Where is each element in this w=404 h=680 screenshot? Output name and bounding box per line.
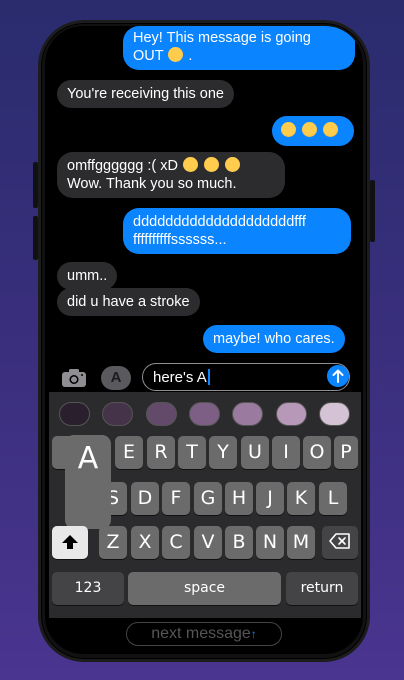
key-j[interactable]: J <box>256 482 284 515</box>
message-bubble: umm.. <box>57 262 118 290</box>
key-n[interactable]: N <box>256 526 284 559</box>
key-f[interactable]: F <box>162 482 190 515</box>
shift-arrow-icon <box>62 535 78 549</box>
crying-emoji-icon <box>302 122 318 137</box>
space-key[interactable]: space <box>128 572 281 605</box>
key-r[interactable]: R <box>147 436 175 469</box>
message-bubble: omffgggggg :( xD Wow. Thank you so much. <box>57 152 285 198</box>
key-e[interactable]: E <box>115 436 143 469</box>
message-text-suffix: . <box>188 48 193 64</box>
message-text-line1: omffgggggg :( xD <box>67 158 178 174</box>
message-text: maybe! who cares. <box>213 331 335 347</box>
keyboard: E R T Y U I O P S D F G H J K L A Z X C … <box>49 392 361 618</box>
message-text-line2: ffffffffffssssss... <box>133 232 227 248</box>
key-d[interactable]: D <box>131 482 159 515</box>
numbers-key[interactable]: 123 <box>52 572 124 605</box>
crying-emoji-icon <box>281 122 296 137</box>
key-g[interactable]: G <box>194 482 222 515</box>
color-swatch[interactable] <box>232 402 263 426</box>
color-swatch[interactable] <box>319 402 350 426</box>
key-preview-popup: A <box>65 435 111 529</box>
message-text: You're receiving this one <box>67 86 225 102</box>
arrow-up-icon: ↑ <box>250 627 257 641</box>
send-button[interactable] <box>327 365 349 387</box>
shift-key[interactable] <box>52 526 88 559</box>
key-i[interactable]: I <box>272 436 300 469</box>
grinning-emoji-icon <box>168 47 184 62</box>
next-message-button[interactable]: next message↑ <box>126 622 282 646</box>
power-button <box>370 180 375 242</box>
key-x[interactable]: X <box>131 526 159 559</box>
message-bubble: maybe! who cares. <box>203 325 345 353</box>
key-l[interactable]: L <box>319 482 347 515</box>
key-preview-letter: A <box>77 441 99 476</box>
color-swatch[interactable] <box>146 402 177 426</box>
backspace-icon <box>329 533 350 549</box>
relieved-emoji-icon <box>204 157 220 172</box>
key-t[interactable]: T <box>178 436 206 469</box>
color-swatch[interactable] <box>276 402 307 426</box>
message-bubble: You're receiving this one <box>57 80 235 108</box>
message-bubble: Hey! This message is going OUT . <box>123 26 355 70</box>
key-v[interactable]: V <box>194 526 222 559</box>
message-text-line2: Wow. Thank you so much. <box>67 176 237 192</box>
key-u[interactable]: U <box>241 436 269 469</box>
color-swatch[interactable] <box>189 402 220 426</box>
message-input[interactable]: here's A <box>142 363 350 391</box>
color-swatch[interactable] <box>59 402 90 426</box>
key-c[interactable]: C <box>162 526 190 559</box>
key-k[interactable]: K <box>287 482 315 515</box>
next-message-label: next message <box>151 625 251 642</box>
message-text: umm.. <box>67 268 108 284</box>
message-bubble <box>272 116 354 146</box>
message-text: did u have a stroke <box>67 294 190 310</box>
color-swatch[interactable] <box>102 402 133 426</box>
message-bubble: ddddddddddddddddddddfff ffffffffffssssss… <box>123 208 351 254</box>
text-caret <box>207 369 210 385</box>
relieved-emoji-icon <box>225 157 241 172</box>
phone-screen: Hey! This message is going OUT . You're … <box>45 26 363 654</box>
key-b[interactable]: B <box>225 526 253 559</box>
sleepy-emoji-icon <box>183 157 198 172</box>
crying-emoji-icon <box>323 122 339 137</box>
key-z[interactable]: Z <box>99 526 127 559</box>
app-store-icon[interactable]: A <box>101 366 131 390</box>
key-o[interactable]: O <box>303 436 331 469</box>
backspace-key[interactable] <box>322 526 358 559</box>
key-m[interactable]: M <box>287 526 315 559</box>
message-text-line1: ddddddddddddddddddddfff <box>133 214 306 230</box>
composer-bar: A here's A <box>45 362 363 396</box>
key-p[interactable]: P <box>334 436 358 469</box>
message-bubble: did u have a stroke <box>57 288 200 316</box>
message-text: Hey! This message is going OUT <box>133 30 311 64</box>
key-h[interactable]: H <box>225 482 253 515</box>
return-key[interactable]: return <box>286 572 358 605</box>
message-input-value: here's A <box>153 369 207 386</box>
key-y[interactable]: Y <box>209 436 237 469</box>
camera-icon[interactable] <box>61 368 87 388</box>
